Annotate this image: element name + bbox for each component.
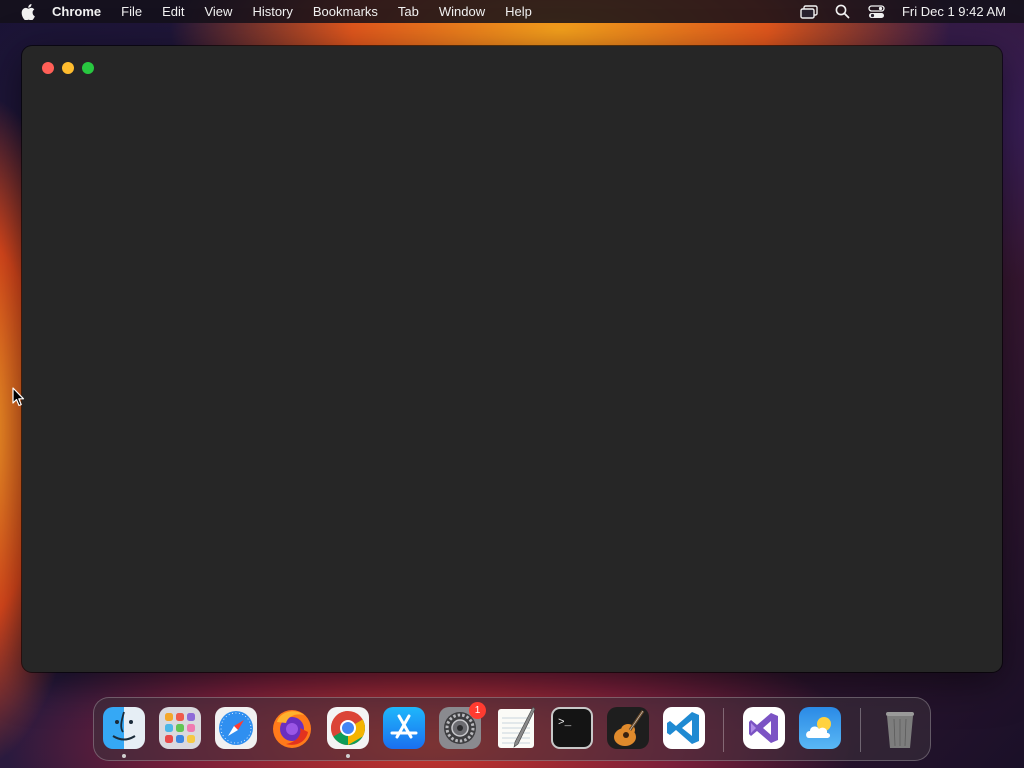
dock-chrome[interactable]	[326, 706, 370, 758]
menu-view[interactable]: View	[194, 0, 242, 23]
dock: 1 >_	[93, 697, 931, 761]
menu-bookmarks[interactable]: Bookmarks	[303, 0, 388, 23]
menu-edit[interactable]: Edit	[152, 0, 194, 23]
safari-icon	[215, 707, 257, 749]
status-area: Fri Dec 1 9:42 AM	[784, 0, 1024, 23]
dock-system-settings[interactable]: 1	[438, 702, 486, 750]
dock-separator	[723, 708, 724, 752]
dock-launchpad[interactable]	[158, 706, 202, 750]
textedit-icon	[498, 706, 536, 748]
running-indicator	[346, 754, 350, 758]
screen-mirroring-icon[interactable]	[800, 4, 818, 20]
garageband-icon	[607, 707, 649, 749]
dock-finder[interactable]	[102, 706, 146, 758]
dock-weather[interactable]	[798, 706, 842, 750]
dock-safari[interactable]	[214, 706, 258, 750]
dock-visual-studio[interactable]	[742, 706, 786, 750]
finder-icon	[103, 707, 145, 749]
running-indicator	[122, 754, 126, 758]
window-close-button[interactable]	[42, 62, 54, 74]
dock-garageband[interactable]	[606, 706, 650, 750]
menu-app-name[interactable]: Chrome	[42, 0, 111, 23]
window-minimize-button[interactable]	[62, 62, 74, 74]
menubar-clock[interactable]: Fri Dec 1 9:42 AM	[902, 4, 1006, 19]
trash-icon	[886, 712, 914, 748]
visual-studio-icon	[743, 707, 785, 749]
chrome-window	[22, 46, 1002, 672]
menu-history[interactable]: History	[242, 0, 302, 23]
app-store-icon	[383, 707, 425, 749]
menu-file[interactable]: File	[111, 0, 152, 23]
window-zoom-button[interactable]	[82, 62, 94, 74]
control-center-icon[interactable]	[868, 4, 886, 20]
apple-menu-icon[interactable]	[18, 0, 38, 23]
dock-terminal[interactable]: >_	[550, 706, 594, 750]
weather-icon	[799, 707, 841, 749]
mouse-cursor-icon	[12, 387, 26, 407]
dock-separator	[860, 708, 861, 752]
terminal-icon: >_	[551, 707, 593, 749]
dock-textedit[interactable]	[494, 706, 538, 750]
chrome-icon	[327, 707, 369, 749]
window-traffic-lights	[42, 62, 94, 74]
dock-vscode[interactable]	[662, 706, 706, 750]
dock-trash[interactable]	[878, 706, 922, 750]
menu-bar: Chrome File Edit View History Bookmarks …	[0, 0, 1024, 23]
menu-tab[interactable]: Tab	[388, 0, 429, 23]
vscode-icon	[663, 707, 705, 749]
firefox-icon	[273, 710, 311, 748]
dock-app-store[interactable]	[382, 706, 426, 750]
launchpad-icon	[159, 707, 201, 749]
dock-firefox[interactable]	[270, 706, 314, 750]
menu-help[interactable]: Help	[495, 0, 542, 23]
terminal-prompt-text: >_	[558, 717, 572, 729]
notification-badge: 1	[469, 702, 486, 719]
menu-window[interactable]: Window	[429, 0, 495, 23]
spotlight-search-icon[interactable]	[834, 4, 852, 20]
